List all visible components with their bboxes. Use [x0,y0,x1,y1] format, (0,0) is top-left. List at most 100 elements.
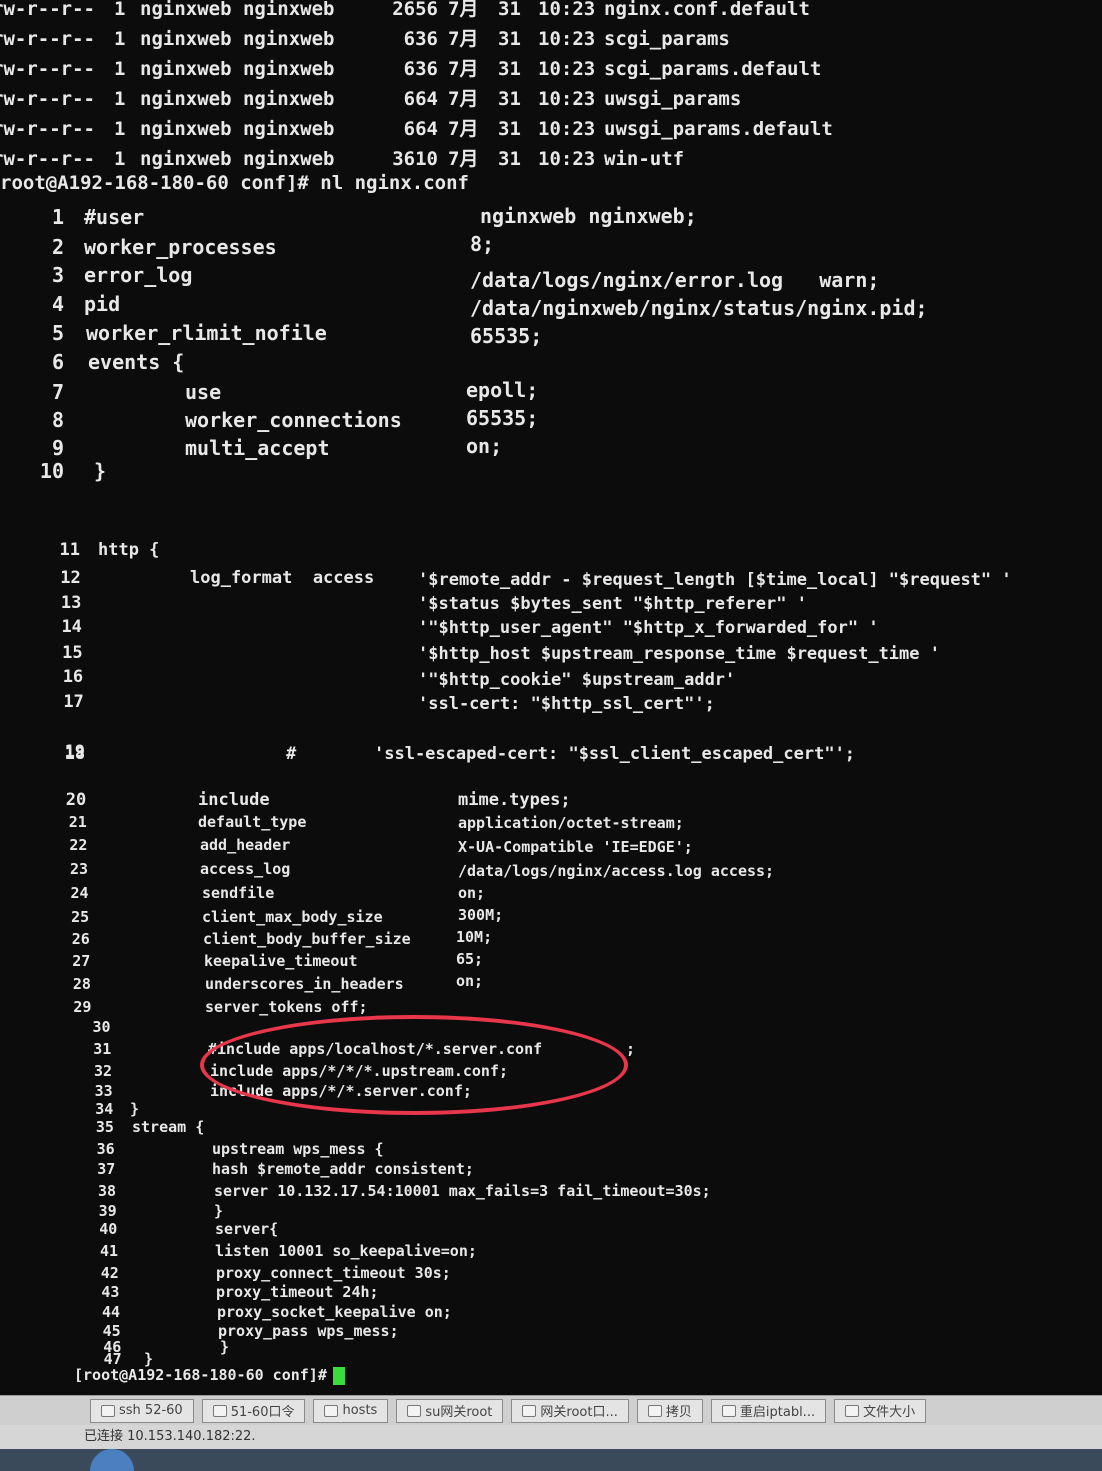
session-icon [324,1404,339,1417]
conf-directive: add_header [200,836,291,854]
line-number: 42 [100,1264,119,1282]
line-number: 32 [94,1062,113,1080]
line-number: 33 [94,1082,113,1100]
line-number: 5 [51,321,64,345]
session-tab[interactable]: 51-60口令 [201,1398,306,1423]
ls-name: scgi_params [604,28,730,50]
terminal-window[interactable]: rw-r--r-- 1 nginxweb nginxweb 2656 7月 31 10:23… [0,0,1102,1395]
line-number: 40 [99,1220,118,1238]
ls-perm: rw-r--r-- [0,0,95,20]
conf-directive: } [94,459,107,483]
conf-directive: proxy_timeout 24h; [216,1283,379,1301]
ls-row: rw-r--r-- 1 nginxweb nginxweb 664 7月 31 10:23 u… [0,84,741,111]
ls-row: rw-r--r-- 1 nginxweb nginxweb 636 7月 31 10:23 s… [0,54,821,81]
ls-month: 7月 [448,88,479,110]
ls-links: 1 [114,88,126,110]
session-tab[interactable]: hosts [313,1398,389,1423]
conf-value: '"$http_cookie" $upstream_addr' [418,670,736,690]
ls-name: nginx.conf.default [604,0,810,20]
line-number: 20 [65,790,87,810]
session-tab-label: 重启iptabl... [739,1405,816,1420]
ls-perm: rw-r--r-- [0,118,95,140]
conf-value: application/octet-stream; [458,814,684,832]
conf-directive: log_format access [190,568,375,588]
ls-row: rw-r--r-- 1 nginxweb nginxweb 3610 7月 31 10:23… [0,144,684,171]
session-icon [647,1404,662,1417]
line-number: 17 [63,692,84,712]
ls-day: 31 [498,148,521,170]
ls-links: 1 [114,28,126,50]
line-number: 36 [96,1140,115,1158]
ls-month: 7月 [448,148,479,170]
conf-value: nginxweb nginxweb; [480,204,697,228]
ls-day: 31 [498,88,521,110]
session-icon [407,1404,422,1417]
ls-size: 664 [403,88,438,110]
ls-time: 10:23 [538,148,596,170]
conf-value: 10M; [456,928,493,946]
conf-value: ; [626,1040,636,1058]
ls-name: win-utf [604,148,685,170]
line-number: 4 [51,292,64,316]
conf-value: mime.types; [458,790,571,810]
session-tab[interactable]: 网关root口... [511,1398,629,1423]
ls-month: 7月 [448,0,479,20]
conf-directive: underscores_in_headers [205,975,404,993]
line-number: 11 [59,540,80,560]
conf-directive: worker_rlimit_nofile [86,321,327,345]
line-number: 41 [100,1242,119,1260]
line-number: 29 [73,998,92,1016]
session-tab[interactable]: 文件大小 [834,1398,927,1423]
ls-day: 31 [498,0,521,20]
line-number: 23 [69,860,88,878]
session-tab[interactable]: 拷贝 [636,1398,703,1423]
line-number: 15 [62,643,83,663]
line-number: 6 [51,350,64,374]
line-number: 35 [95,1118,114,1136]
conf-directive: } [130,1100,140,1118]
ls-owner: nginxweb nginxweb [140,0,335,20]
conf-value: 65535; [466,406,539,430]
line-number: 14 [61,617,82,637]
red-highlight-circle [200,1015,628,1115]
ls-row: rw-r--r-- 1 nginxweb nginxweb 2656 7月 31 10:23… [0,0,810,21]
session-tab[interactable]: su网关root [396,1398,504,1423]
line-number: 24 [70,884,89,902]
line-number: 7 [51,380,64,404]
line-number: 43 [101,1283,120,1301]
line-number: 37 [97,1160,116,1178]
conf-directive: worker_processes [84,235,277,259]
conf-value: /data/nginxweb/nginx/status/nginx.pid; [470,296,928,320]
line-number: 31 [93,1040,112,1058]
final-prompt[interactable]: [root@A192-168-180-60 conf]# [74,1366,345,1385]
conf-directive: events { [88,350,185,374]
conf-directive: #user [84,205,145,229]
conf-directive: upstream wps_mess { [212,1140,384,1158]
line-number: 39 [98,1202,117,1220]
session-tab-label: 网关root口... [540,1405,618,1420]
session-tab[interactable]: 重启iptabl... [710,1398,827,1423]
ls-time: 10:23 [538,28,596,50]
ls-links: 1 [114,58,126,80]
conf-directive: server{ [215,1220,279,1238]
session-icon [845,1404,860,1417]
conf-value: /data/logs/nginx/access.log access; [458,862,775,880]
ls-month: 7月 [448,28,479,50]
ls-name: scgi_params.default [604,58,822,80]
ls-name: uwsgi_params [604,88,742,110]
conf-directive: } [214,1202,224,1220]
conf-directive: use [185,380,222,404]
line-number: 2 [51,235,64,259]
ls-perm: rw-r--r-- [0,58,95,80]
line-number: 22 [69,836,88,854]
conf-directive: worker_connections [185,408,402,432]
session-tab[interactable]: ssh 52-60 [90,1398,194,1423]
session-tab-label: 拷贝 [665,1405,692,1420]
conf-value: 'ssl-cert: "$http_ssl_cert"'; [418,694,715,714]
line-number: 9 [51,436,64,460]
ls-perm: rw-r--r-- [0,148,95,170]
connection-status: 已连接 10.153.140.182:22. [0,1425,1102,1449]
conf-value: 300M; [458,906,504,924]
conf-directive: client_max_body_size [202,908,383,926]
ls-day: 31 [498,28,521,50]
